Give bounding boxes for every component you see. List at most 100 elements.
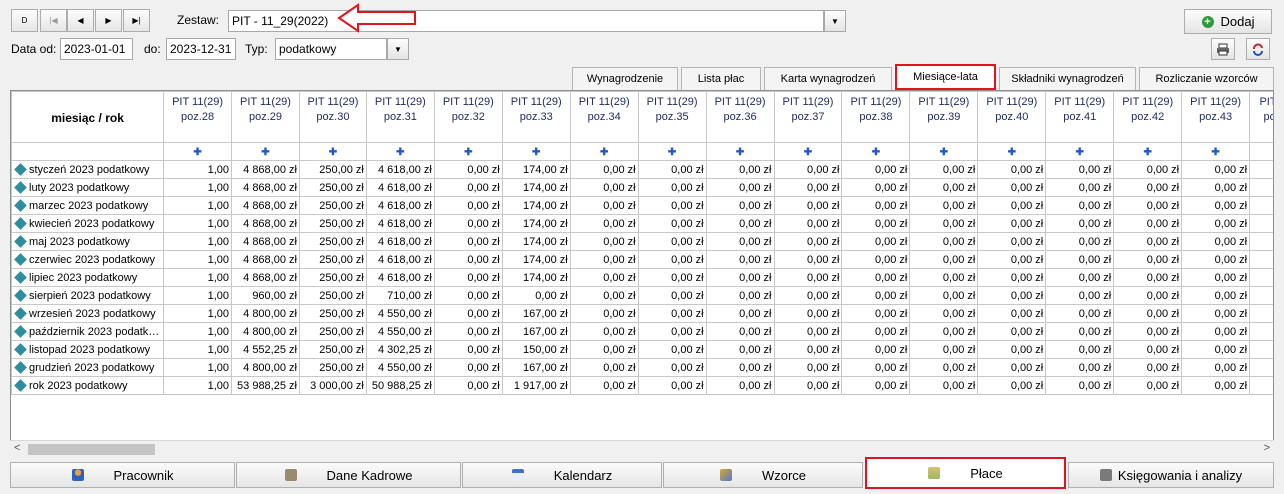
row-name-cell[interactable]: styczeń 2023 podatkowy bbox=[11, 160, 165, 179]
filter-cell[interactable]: ✚ bbox=[909, 142, 979, 161]
table-cell[interactable]: 0,00 zł bbox=[569, 358, 639, 377]
table-cell[interactable]: 0,00 zł bbox=[1045, 268, 1115, 287]
table-cell[interactable]: 0,00 bbox=[1249, 160, 1273, 179]
table-row[interactable]: kwiecień 2023 podatkowy 1,00 4 868,00 zł 25… bbox=[11, 214, 1273, 233]
table-cell[interactable]: 4 618,00 zł bbox=[365, 160, 435, 179]
data-do-field[interactable]: 2023-12-31 bbox=[166, 38, 236, 60]
table-cell[interactable]: 1,00 bbox=[163, 376, 233, 395]
table-cell[interactable]: 0,00 zł bbox=[909, 268, 979, 287]
table-cell[interactable]: 4 800,00 zł bbox=[231, 304, 300, 323]
table-cell[interactable]: 0,00 zł bbox=[501, 286, 571, 305]
filter-plus-icon[interactable]: ✚ bbox=[329, 147, 337, 158]
table-cell[interactable]: 0,00 zł bbox=[637, 286, 707, 305]
table-cell[interactable]: 0,00 bbox=[1249, 304, 1273, 323]
table-cell[interactable]: 0,00 zł bbox=[1045, 250, 1115, 269]
table-cell[interactable]: 0,00 zł bbox=[841, 304, 911, 323]
column-header[interactable]: PIT 11(29) poz.34 bbox=[569, 91, 639, 143]
row-name-cell[interactable]: kwiecień 2023 podatkowy bbox=[11, 214, 165, 233]
row-name-cell[interactable]: maj 2023 podatkowy bbox=[11, 232, 165, 251]
table-cell[interactable]: 0,00 zł bbox=[705, 250, 775, 269]
table-cell[interactable]: 0,00 zł bbox=[1181, 268, 1251, 287]
table-cell[interactable]: 0,00 zł bbox=[1181, 232, 1251, 251]
table-cell[interactable]: 0,00 bbox=[1249, 286, 1273, 305]
table-cell[interactable]: 0,00 zł bbox=[1181, 214, 1251, 233]
filter-plus-icon[interactable]: ✚ bbox=[940, 147, 948, 158]
table-cell[interactable]: 167,00 zł bbox=[501, 304, 571, 323]
table-cell[interactable]: 0,00 zł bbox=[433, 376, 503, 395]
table-cell[interactable]: 0,00 zł bbox=[569, 178, 639, 197]
table-cell[interactable]: 4 302,25 zł bbox=[365, 340, 435, 359]
bottom-tab-dane-kadrowe[interactable]: Dane Kadrowe bbox=[236, 462, 461, 488]
table-cell[interactable]: 0,00 zł bbox=[841, 250, 911, 269]
column-header[interactable]: PIT 11(29) poz.38 bbox=[841, 91, 911, 143]
table-cell[interactable]: 0,00 zł bbox=[433, 178, 503, 197]
table-cell[interactable]: 0,00 zł bbox=[705, 358, 775, 377]
filter-cell[interactable]: ✚ bbox=[231, 142, 300, 161]
table-cell[interactable]: 250,00 zł bbox=[298, 196, 367, 215]
table-cell[interactable]: 0,00 zł bbox=[977, 214, 1047, 233]
table-cell[interactable]: 0,00 zł bbox=[1045, 322, 1115, 341]
table-cell[interactable]: 0,00 zł bbox=[1181, 178, 1251, 197]
table-cell[interactable]: 0,00 bbox=[1249, 250, 1273, 269]
filter-cell[interactable]: ✚ bbox=[365, 142, 435, 161]
table-cell[interactable]: 0,00 zł bbox=[773, 304, 843, 323]
table-cell[interactable]: 0,00 zł bbox=[433, 214, 503, 233]
table-cell[interactable]: 53 988,25 zł bbox=[231, 376, 300, 395]
table-cell[interactable]: 0,00 zł bbox=[1113, 358, 1183, 377]
table-cell[interactable]: 0,00 zł bbox=[705, 268, 775, 287]
table-cell[interactable]: 0,00 zł bbox=[1181, 196, 1251, 215]
table-cell[interactable]: 0,00 zł bbox=[977, 232, 1047, 251]
table-cell[interactable]: 0,00 zł bbox=[637, 178, 707, 197]
filter-plus-icon[interactable]: ✚ bbox=[668, 147, 676, 158]
refresh-button[interactable] bbox=[1246, 38, 1270, 60]
table-cell[interactable]: 0,00 zł bbox=[977, 250, 1047, 269]
table-cell[interactable]: 0,00 zł bbox=[773, 250, 843, 269]
table-cell[interactable]: 0,00 zł bbox=[1113, 250, 1183, 269]
zestaw-field[interactable]: PIT - 11_29(2022) bbox=[228, 10, 824, 32]
column-header-month[interactable]: miesiąc / rok bbox=[11, 91, 165, 143]
bottom-tab-pracownik[interactable]: Pracownik bbox=[10, 462, 235, 488]
table-cell[interactable]: 250,00 zł bbox=[298, 160, 367, 179]
table-cell[interactable]: 0,00 zł bbox=[569, 214, 639, 233]
table-cell[interactable]: 4 868,00 zł bbox=[231, 196, 300, 215]
table-cell[interactable]: 0,00 zł bbox=[1181, 250, 1251, 269]
table-cell[interactable]: 174,00 zł bbox=[501, 178, 571, 197]
table-cell[interactable]: 0,00 zł bbox=[841, 268, 911, 287]
data-grid[interactable]: miesiąc / rok PIT 11(29) poz.28 PIT 11(29) p… bbox=[10, 90, 1274, 445]
table-cell[interactable]: 0,00 zł bbox=[1045, 304, 1115, 323]
table-cell[interactable]: 0,00 zł bbox=[1181, 376, 1251, 395]
column-header[interactable]: PIT 11(29) poz.39 bbox=[909, 91, 979, 143]
filter-plus-icon[interactable]: ✚ bbox=[193, 147, 201, 158]
table-cell[interactable]: 1 917,00 zł bbox=[501, 376, 571, 395]
table-cell[interactable]: 0,00 zł bbox=[909, 196, 979, 215]
filter-cell[interactable]: ✚ bbox=[773, 142, 843, 161]
table-cell[interactable]: 0,00 bbox=[1249, 268, 1273, 287]
table-cell[interactable]: 0,00 zł bbox=[1113, 196, 1183, 215]
column-header[interactable]: PIT 11(29) poz.43 bbox=[1181, 91, 1251, 143]
filter-plus-icon[interactable]: ✚ bbox=[1143, 147, 1151, 158]
tab-wynagrodzenie[interactable]: Wynagrodzenie bbox=[572, 67, 678, 90]
add-button[interactable]: + Dodaj bbox=[1184, 9, 1272, 34]
table-cell[interactable]: 0,00 zł bbox=[433, 268, 503, 287]
table-cell[interactable]: 0,00 zł bbox=[1045, 160, 1115, 179]
filter-plus-icon[interactable]: ✚ bbox=[872, 147, 880, 158]
table-cell[interactable]: 0,00 zł bbox=[977, 322, 1047, 341]
table-cell[interactable]: 0,00 zł bbox=[433, 286, 503, 305]
table-row[interactable]: lipiec 2023 podatkowy 1,00 4 868,00 zł 250,… bbox=[11, 268, 1273, 287]
table-cell[interactable]: 4 618,00 zł bbox=[365, 178, 435, 197]
column-header[interactable]: PIT 11(29) poz.42 bbox=[1113, 91, 1183, 143]
table-cell[interactable]: 0,00 zł bbox=[1045, 358, 1115, 377]
table-cell[interactable]: 1,00 bbox=[163, 232, 233, 251]
table-cell[interactable]: 0,00 zł bbox=[705, 232, 775, 251]
table-cell[interactable]: 0,00 zł bbox=[569, 160, 639, 179]
table-cell[interactable]: 1,00 bbox=[163, 286, 233, 305]
table-cell[interactable]: 0,00 zł bbox=[637, 268, 707, 287]
data-od-field[interactable]: 2023-01-01 bbox=[60, 38, 133, 60]
filter-cell[interactable]: ✚ bbox=[163, 142, 233, 161]
filter-cell[interactable]: ✚ bbox=[705, 142, 775, 161]
table-cell[interactable]: 0,00 zł bbox=[1181, 304, 1251, 323]
table-cell[interactable]: 0,00 zł bbox=[569, 340, 639, 359]
table-cell[interactable]: 0,00 zł bbox=[909, 376, 979, 395]
table-cell[interactable]: 0,00 bbox=[1249, 376, 1273, 395]
table-cell[interactable]: 0,00 bbox=[1249, 232, 1273, 251]
